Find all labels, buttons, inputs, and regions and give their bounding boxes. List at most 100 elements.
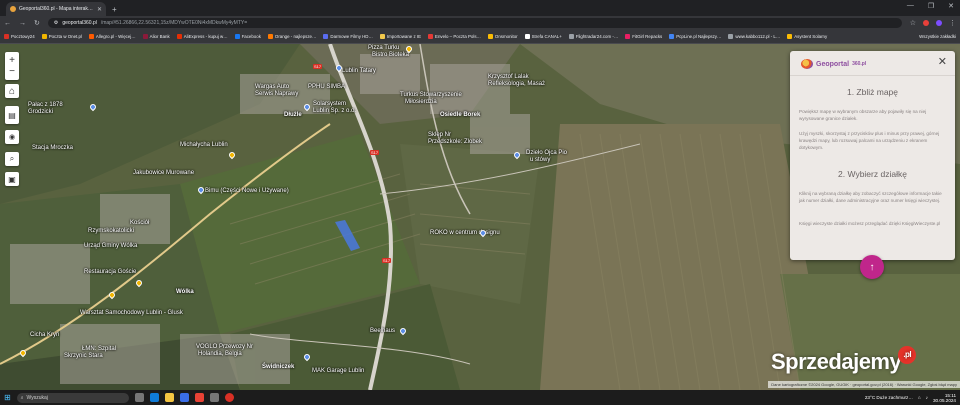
bookmark-item[interactable]: Darmowe Filmy HD… — [323, 34, 373, 39]
map-label[interactable]: Refleksologia, Masaż — [488, 81, 545, 87]
search-button[interactable]: ⌕ — [5, 152, 19, 166]
print-button[interactable]: ▣ — [5, 172, 19, 186]
map-label[interactable]: Miłosierdzia — [405, 99, 437, 105]
back-icon[interactable]: ← — [4, 20, 11, 27]
map-attribution[interactable]: Dane kartograficzne ©2024 Google, GUGiK … — [768, 381, 960, 388]
app-icon[interactable] — [209, 393, 219, 402]
map-label[interactable]: Stacja Mroczka — [32, 145, 73, 151]
bookmark-item[interactable]: AliExpress - kupuj w… — [176, 34, 228, 39]
map-label[interactable]: Bimu (Części Nowe i Używane) — [205, 188, 289, 194]
map-label[interactable]: Skrzynic Stara — [64, 353, 103, 359]
map-label[interactable]: Wólka — [176, 289, 194, 295]
maximize-icon[interactable]: ❐ — [928, 2, 934, 10]
map-label[interactable]: Beelhaus — [370, 328, 395, 334]
map-label[interactable]: Cicha Kryń — [30, 332, 59, 338]
mail-icon[interactable] — [194, 393, 204, 402]
sprzedajemy-watermark: Sprzedajemy .pl — [771, 346, 917, 376]
forward-icon[interactable]: → — [19, 20, 26, 27]
tab-close-icon[interactable]: ✕ — [97, 6, 102, 13]
map-label[interactable]: Warsztat Samochodowy Lublin - Glusk — [80, 310, 183, 316]
edge-icon[interactable] — [149, 393, 159, 402]
map-label[interactable]: Rzymskokatolicki — [88, 228, 134, 234]
map-label[interactable]: Wargas Auto — [255, 84, 289, 90]
task-view-icon[interactable] — [134, 393, 144, 402]
zoom-in-button[interactable]: + — [9, 55, 15, 66]
map-label[interactable]: Dłużle — [284, 112, 302, 118]
windows-start-icon[interactable]: ⊞ — [4, 393, 11, 402]
bookmark-item[interactable]: FitGirl Repacks — [625, 34, 662, 39]
close-icon[interactable]: ✕ — [938, 57, 947, 68]
street-view-button[interactable]: ◉ — [5, 130, 19, 144]
address-bar[interactable]: ⚙ geoportal360.pl/map/#51.26866,22.56321… — [47, 18, 902, 28]
map-label[interactable]: Dzieło Ojca Pio — [526, 150, 567, 156]
bookmark-item[interactable]: Pocztowy24 — [4, 34, 35, 39]
chrome-icon[interactable] — [224, 393, 234, 402]
map-label[interactable]: Osiedle Borek — [440, 112, 480, 118]
zoom-out-button[interactable]: − — [9, 66, 15, 77]
bookmark-item[interactable]: Facebook — [234, 34, 261, 39]
bookmark-item[interactable]: Envelo – Poczta Pols… — [428, 34, 481, 39]
map-label[interactable]: Pałac z 1878 — [28, 102, 63, 108]
weather-status[interactable]: 23°C Duże zachmurz… — [865, 395, 913, 400]
bookmark-item[interactable]: Importowane z IE — [379, 34, 421, 39]
map-label[interactable]: Świdniczek — [262, 364, 294, 370]
map-label[interactable]: Lublin Tatary — [342, 68, 376, 74]
map-label[interactable]: Bistro Bioteka — [372, 52, 409, 58]
scroll-up-button[interactable]: ↑ — [860, 255, 884, 279]
bookmark-item[interactable]: www.kabbo112.pl - L… — [728, 34, 780, 39]
map-label[interactable]: Michałycha Lublin — [180, 142, 228, 148]
map-label[interactable]: ŁMN: Szpital — [82, 346, 116, 352]
map-label[interactable]: Solarsystem — [313, 101, 346, 107]
home-button[interactable]: ⌂ — [5, 84, 19, 98]
layers-button[interactable]: ▤ — [5, 106, 19, 124]
map-label[interactable]: Jakubowice Murowane — [133, 170, 194, 176]
map-label[interactable]: Serwis Naprawy — [255, 91, 298, 97]
reload-icon[interactable]: ↻ — [34, 19, 40, 27]
map-label[interactable]: ROKO w centrum designu — [430, 230, 500, 236]
profile-avatar[interactable] — [936, 20, 942, 26]
map-label[interactable]: Sklep Nr — [428, 132, 451, 138]
map-label[interactable]: Kościół — [130, 220, 149, 226]
map-label[interactable]: MAK Garage Lublin — [312, 368, 364, 374]
network-icon[interactable]: ⌂ — [918, 395, 921, 400]
map-label[interactable]: Turkus Stowarzyszenie — [400, 92, 462, 98]
map-label[interactable]: u stówy — [530, 157, 550, 163]
bookmark-item[interactable]: Strefa CANAL+ — [524, 34, 562, 39]
geoportal-logo[interactable]: Geoportal 360.pl — [801, 59, 866, 69]
map-label[interactable]: Restauracja Goście — [84, 269, 136, 275]
map-label[interactable]: Grodzicki — [28, 109, 53, 115]
bookmark-item[interactable]: Onsmonitor — [487, 34, 518, 39]
all-bookmarks-button[interactable]: Wszystkie zakładki — [917, 34, 956, 39]
bookmark-label: www.kabbo112.pl - L… — [735, 34, 781, 39]
map-label[interactable]: VOGLO Przewozy Nr — [196, 344, 253, 350]
menu-icon[interactable]: ⋮ — [949, 19, 956, 27]
store-icon[interactable] — [179, 393, 189, 402]
map-label[interactable]: PPHU SIMBA — [308, 84, 345, 90]
site-info-icon[interactable]: ⚙ — [54, 20, 58, 26]
bookmark-item[interactable]: Asystent Solarny — [787, 34, 827, 39]
bookmark-item[interactable]: PcpLine.pl Najlepszy… — [669, 34, 721, 39]
extension-icon[interactable] — [923, 20, 929, 26]
map-label[interactable]: Holandia, Belgia — [198, 351, 242, 357]
map-label[interactable]: Przedszkole: Zlobek — [428, 139, 482, 145]
bookmark-item[interactable]: Allegro.pl - Więcej… — [88, 34, 136, 39]
map-label[interactable]: Pizza Turku — [368, 45, 399, 51]
new-tab-button[interactable]: + — [112, 5, 117, 14]
satellite-map[interactable]: Pizza Turku Bistro Bioteka Lublin Tatary… — [0, 44, 960, 390]
close-window-icon[interactable]: ✕ — [948, 2, 954, 10]
map-label[interactable]: Urząd Gminy Wólka — [84, 243, 137, 249]
bookmark-item[interactable]: Orange - najlepsze… — [267, 34, 316, 39]
bookmark-item[interactable]: Poczta w Onet.pl — [41, 34, 82, 39]
map-label[interactable]: Lublin Sp. z o.o. — [313, 108, 356, 114]
bookmark-item[interactable]: Flightradar24.com -… — [568, 34, 618, 39]
bookmark-item[interactable]: Alior Bank — [142, 34, 170, 39]
star-bookmark-icon[interactable]: ☆ — [910, 19, 916, 27]
volume-icon[interactable]: ♪ — [926, 395, 928, 400]
tab-geoportal[interactable]: Geoportal360.pl - Mapa interak… ✕ — [6, 2, 106, 16]
layers-icon: ▤ — [8, 110, 16, 120]
minimize-icon[interactable]: — — [907, 2, 914, 10]
clock[interactable]: 15:11 30.05.2024 — [933, 393, 956, 403]
taskbar-search[interactable]: ⌕ Wyszukaj — [16, 392, 129, 403]
map-label[interactable]: Krzysztof Lalak — [488, 74, 529, 80]
file-explorer-icon[interactable] — [164, 393, 174, 402]
